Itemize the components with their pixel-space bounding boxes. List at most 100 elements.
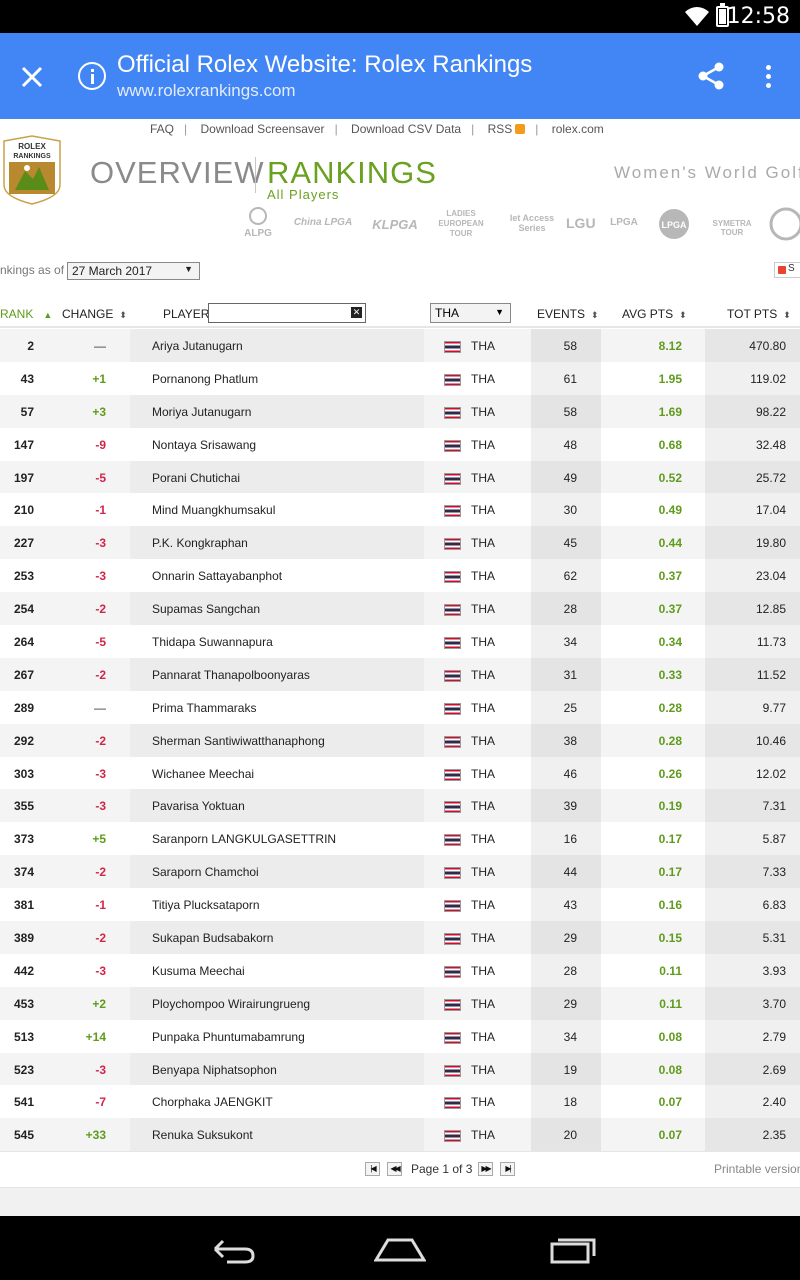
events-cell: 28 <box>563 963 577 978</box>
player-name-link[interactable]: Porani Chutichai <box>152 471 240 485</box>
player-name-link[interactable]: Pornanong Phatlum <box>152 372 258 386</box>
player-name-link[interactable]: P.K. Kongkraphan <box>152 536 248 550</box>
table-row[interactable]: 373 +5 Saranporn LANGKULGASETTRIN THA 16 0.17… <box>0 822 800 856</box>
player-name-link[interactable]: Moriya Jutanugarn <box>152 405 251 419</box>
rolex-rankings-logo[interactable]: ROLEX RANKINGS <box>3 135 61 205</box>
player-name-link[interactable]: Nontaya Srisawang <box>152 438 256 452</box>
player-name-link[interactable]: Pannarat Thanapolboonyaras <box>152 668 310 682</box>
player-name-link[interactable]: Sukapan Budsabakorn <box>152 931 273 945</box>
close-icon[interactable] <box>18 63 46 91</box>
printable-version-link[interactable]: Printable version <box>714 1162 800 1176</box>
country-cell: THA <box>471 1128 495 1143</box>
player-name-link[interactable]: Supamas Sangchan <box>152 602 260 616</box>
rank-column-header[interactable]: RANK ▲ <box>0 307 52 321</box>
faq-link[interactable]: FAQ <box>150 122 174 136</box>
download-csv-link[interactable]: Download CSV Data <box>351 122 461 136</box>
rolex-com-link[interactable]: rolex.com <box>552 122 604 136</box>
rss-icon[interactable] <box>515 124 526 134</box>
events-cell: 30 <box>563 503 577 518</box>
last-page-icon[interactable]: ▶| <box>500 1162 515 1176</box>
table-row[interactable]: 303 -3 Wichanee Meechai THA 46 0.26 12.02 <box>0 756 800 790</box>
table-row[interactable]: 374 -2 Saraporn Chamchoi THA 44 0.17 7.33 <box>0 855 800 889</box>
player-name-link[interactable]: Saranporn LANGKULGASETTRIN <box>152 832 336 846</box>
table-row[interactable]: 513 +14 Punpaka Phuntumabamrung THA 34 0.08 2.… <box>0 1019 800 1053</box>
rank-cell: 2 <box>27 339 34 353</box>
overview-tab[interactable]: OVERVIEW <box>90 155 265 191</box>
country-select[interactable]: THA ▼ <box>430 303 511 323</box>
lpga-japan-logo[interactable]: LPGA <box>656 207 692 241</box>
player-name-link[interactable]: Saraporn Chamchoi <box>152 865 259 879</box>
avg-pts-cell: 0.44 <box>658 536 682 551</box>
change-column-header[interactable]: CHANGE ⬍ <box>62 307 127 321</box>
klpga-logo[interactable]: KLPGA <box>370 217 420 251</box>
let-access-logo[interactable]: let Access Series <box>504 213 560 247</box>
info-icon[interactable] <box>78 62 106 90</box>
prev-page-icon[interactable]: ◀◀ <box>387 1162 402 1176</box>
player-search-input[interactable]: ✕ <box>208 303 366 323</box>
table-row[interactable]: 389 -2 Sukapan Budsabakorn THA 29 0.15 5.31 <box>0 921 800 954</box>
table-row[interactable]: 43 +1 Pornanong Phatlum THA 61 1.95 119.02 <box>0 361 800 395</box>
lpga-logo[interactable]: LPGA <box>602 217 646 251</box>
table-row[interactable]: 2 — Ariya Jutanugarn THA 58 8.12 470.80 <box>0 329 800 362</box>
player-name-link[interactable]: Chorphaka JAENGKIT <box>152 1095 273 1109</box>
events-column-header[interactable]: EVENTS ⬍ <box>537 307 599 321</box>
player-name-link[interactable]: Punpaka Phuntumabamrung <box>152 1030 305 1044</box>
table-row[interactable]: 541 -7 Chorphaka JAENGKIT THA 18 0.07 2.40 <box>0 1085 800 1119</box>
table-row[interactable]: 253 -3 Onnarin Sattayabanphot THA 62 0.37 23.0… <box>0 559 800 593</box>
table-row[interactable]: 57 +3 Moriya Jutanugarn THA 58 1.69 98.22 <box>0 394 800 428</box>
table-row[interactable]: 254 -2 Supamas Sangchan THA 28 0.37 12.85 <box>0 592 800 626</box>
player-name-link[interactable]: Onnarin Sattayabanphot <box>152 569 282 583</box>
share-button[interactable]: S <box>774 262 800 278</box>
download-screensaver-link[interactable]: Download Screensaver <box>200 122 324 136</box>
more-options-icon[interactable] <box>766 65 772 89</box>
thailand-flag-icon <box>444 834 461 847</box>
china-lpga-logo[interactable]: China LPGA <box>292 217 354 251</box>
table-row[interactable]: 453 +2 Ploychompoo Wirairungrueng THA 29 0.11… <box>0 986 800 1020</box>
table-row[interactable]: 264 -5 Thidapa Suwannapura THA 34 0.34 11.73 <box>0 625 800 658</box>
player-name-link[interactable]: Prima Thammaraks <box>152 701 256 715</box>
table-row[interactable]: 147 -9 Nontaya Srisawang THA 48 0.68 32.48 <box>0 427 800 461</box>
table-row[interactable]: 292 -2 Sherman Santiwiwatthanaphong THA 38 0.… <box>0 723 800 757</box>
lgu-logo[interactable]: LGU <box>566 215 596 249</box>
recents-icon[interactable] <box>548 1234 596 1264</box>
rss-link[interactable]: RSS <box>488 122 513 136</box>
first-page-icon[interactable]: |◀ <box>365 1162 380 1176</box>
tour-logo-partial[interactable] <box>768 207 800 241</box>
let-logo[interactable]: LADIES EUROPEAN TOUR <box>426 209 496 243</box>
share-icon[interactable] <box>696 61 726 91</box>
next-page-icon[interactable]: ▶▶ <box>478 1162 493 1176</box>
country-cell: THA <box>471 733 495 748</box>
player-name-link[interactable]: Kusuma Meechai <box>152 964 245 978</box>
rankings-date-select[interactable]: 27 March 2017 ▼ <box>67 262 200 280</box>
table-row[interactable]: 227 -3 P.K. Kongkraphan THA 45 0.44 19.80 <box>0 526 800 560</box>
player-name-link[interactable]: Titiya Plucksataporn <box>152 898 260 912</box>
table-row[interactable]: 523 -3 Benyapa Niphatsophon THA 19 0.08 2.69 <box>0 1052 800 1086</box>
symetra-tour-logo[interactable]: SYMETRA TOUR <box>702 219 762 253</box>
thailand-flag-icon <box>444 933 461 946</box>
table-row[interactable]: 355 -3 Pavarisa Yoktuan THA 39 0.19 7.31 <box>0 789 800 823</box>
player-name-link[interactable]: Thidapa Suwannapura <box>152 635 273 649</box>
player-name-link[interactable]: Pavarisa Yoktuan <box>152 799 245 813</box>
player-name-link[interactable]: Sherman Santiwiwatthanaphong <box>152 734 325 748</box>
player-name-link[interactable]: Benyapa Niphatsophon <box>152 1063 277 1077</box>
tot-pts-column-header[interactable]: TOT PTS ⬍ <box>727 307 791 321</box>
table-row[interactable]: 210 -1 Mind Muangkhumsakul THA 30 0.49 17.04 <box>0 493 800 527</box>
clear-icon[interactable]: ✕ <box>351 307 362 318</box>
table-row[interactable]: 267 -2 Pannarat Thanapolboonyaras THA 31 0.33… <box>0 657 800 691</box>
home-icon[interactable] <box>374 1234 426 1264</box>
player-name-link[interactable]: Wichanee Meechai <box>152 767 254 781</box>
table-row[interactable]: 381 -1 Titiya Plucksataporn THA 43 0.16 6.83 <box>0 888 800 922</box>
player-name-link[interactable]: Renuka Suksukont <box>152 1128 253 1142</box>
table-row[interactable]: 289 — Prima Thammaraks THA 25 0.28 9.77 <box>0 690 800 724</box>
back-icon[interactable] <box>205 1234 255 1264</box>
player-name-link[interactable]: Ploychompoo Wirairungrueng <box>152 997 310 1011</box>
avg-pts-column-header[interactable]: AVG PTS ⬍ <box>622 307 687 321</box>
player-name-link[interactable]: Ariya Jutanugarn <box>152 339 243 353</box>
rankings-tab[interactable]: RANKINGS <box>267 155 437 191</box>
player-name-link[interactable]: Mind Muangkhumsakul <box>152 503 275 517</box>
table-row[interactable]: 442 -3 Kusuma Meechai THA 28 0.11 3.93 <box>0 953 800 987</box>
table-row[interactable]: 197 -5 Porani Chutichai THA 49 0.52 25.72 <box>0 460 800 494</box>
table-row[interactable]: 545 +33 Renuka Suksukont THA 20 0.07 2.35 <box>0 1118 800 1152</box>
alpg-logo[interactable]: ALPG <box>236 207 280 241</box>
events-cell: 58 <box>563 339 577 353</box>
